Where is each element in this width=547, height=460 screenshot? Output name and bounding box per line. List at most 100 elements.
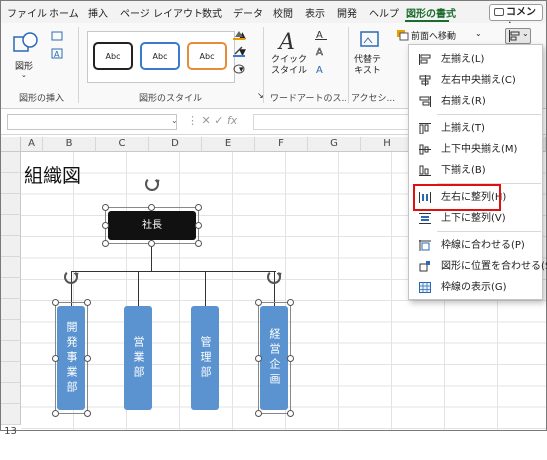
bring-forward-button[interactable]: 前面へ移動 ⌄ <box>397 29 497 43</box>
row-header-2[interactable]: 2 <box>1 173 21 206</box>
resize-handle[interactable] <box>255 410 262 417</box>
resize-handle[interactable] <box>287 299 294 306</box>
resize-handle[interactable] <box>255 299 262 306</box>
resize-handle[interactable] <box>255 355 262 362</box>
resize-handle[interactable] <box>102 240 109 247</box>
president-box[interactable]: 社長 <box>108 211 196 240</box>
shape-fill-icon[interactable] <box>233 29 245 40</box>
connector-line <box>138 271 139 306</box>
resize-handle[interactable] <box>195 204 202 211</box>
menu-item-distribute-vertically[interactable]: 上下に整列(V) <box>409 208 542 229</box>
text-outline-icon[interactable]: A <box>315 46 327 57</box>
shape-style-black[interactable]: Abc <box>93 42 133 70</box>
group-wordart-label: ワードアートのス... <box>270 94 346 104</box>
group-accessibility-label: アクセシ... <box>351 94 396 104</box>
menu-item-label: 枠線の表示(G) <box>441 282 507 293</box>
dept-box-sales[interactable]: 営業部 <box>124 306 152 410</box>
align-button[interactable]: ⌄ <box>505 28 531 44</box>
text-fill-icon[interactable]: A <box>315 29 327 40</box>
menu-item-label: 上下中央揃え(M) <box>441 144 518 155</box>
edit-shape-icon[interactable] <box>51 31 63 42</box>
tab-data[interactable]: データ <box>233 5 263 20</box>
svg-text:A: A <box>54 50 60 59</box>
resize-handle[interactable] <box>287 355 294 362</box>
row-header-7[interactable]: 7 <box>1 278 21 311</box>
menu-item-align-center[interactable]: 左右中央揃え(C) <box>409 70 542 91</box>
row-header-9[interactable]: 9 <box>1 320 21 353</box>
tab-view[interactable]: 表示 <box>305 5 325 20</box>
column-header-c[interactable]: C <box>96 137 149 152</box>
shape-style-blue[interactable]: Abc <box>140 42 180 70</box>
column-header-d[interactable]: D <box>149 137 202 152</box>
resize-handle[interactable] <box>84 410 91 417</box>
tab-home[interactable]: ホーム <box>49 5 79 20</box>
tab-formulas[interactable]: 数式 <box>202 5 222 20</box>
resize-handle[interactable] <box>102 222 109 229</box>
column-header-h[interactable]: H <box>361 137 414 152</box>
column-header-b[interactable]: B <box>43 137 96 152</box>
row-header-3[interactable]: 3 <box>1 194 21 227</box>
column-header-f[interactable]: F <box>255 137 308 152</box>
menu-item-snap-to-grid[interactable]: 枠線に合わせる(P) <box>409 235 542 256</box>
select-all-corner[interactable] <box>1 137 21 152</box>
row-header-13[interactable]: 13 <box>1 404 21 437</box>
shape-outline-icon[interactable] <box>233 46 245 57</box>
dept-box-development[interactable]: 開発事業部 <box>57 306 85 410</box>
row-header-10[interactable]: 10 <box>1 341 21 374</box>
column-header-a[interactable]: A <box>21 137 43 152</box>
row-header-8[interactable]: 8 <box>1 299 21 332</box>
tab-file[interactable]: ファイル <box>7 5 47 20</box>
shape-effects-icon[interactable] <box>233 63 245 74</box>
menu-item-align-top[interactable]: 上揃え(T) <box>409 118 542 139</box>
resize-handle[interactable] <box>84 355 91 362</box>
tab-shape-format[interactable]: 図形の書式 <box>406 5 456 20</box>
menu-item-view-gridlines[interactable]: 枠線の表示(G) <box>409 277 542 298</box>
chevron-down-icon[interactable]: ⌄ <box>171 116 178 125</box>
row-header-4[interactable]: 4 <box>1 215 21 248</box>
distribute-vertical-icon <box>419 213 431 224</box>
column-header-e[interactable]: E <box>202 137 255 152</box>
text-effects-icon[interactable]: A <box>315 63 327 74</box>
tab-insert[interactable]: 挿入 <box>88 5 108 20</box>
tab-help[interactable]: ヘルプ <box>369 5 399 20</box>
row-header-12[interactable]: 12 <box>1 383 21 416</box>
row-header-11[interactable]: 11 <box>1 362 21 395</box>
resize-handle[interactable] <box>287 410 294 417</box>
resize-handle[interactable] <box>84 299 91 306</box>
resize-handle[interactable] <box>52 410 59 417</box>
row-header-5[interactable]: 5 <box>1 236 21 269</box>
tab-review[interactable]: 校閲 <box>273 5 293 20</box>
menu-item-align-middle[interactable]: 上下中央揃え(M) <box>409 139 542 160</box>
menu-item-align-bottom[interactable]: 下揃え(B) <box>409 160 542 181</box>
resize-handle[interactable] <box>148 240 155 247</box>
dept-box-admin[interactable]: 管理部 <box>191 306 219 410</box>
tab-page-layout[interactable]: ページ レイアウト <box>120 5 203 20</box>
row-header-6[interactable]: 6 <box>1 257 21 290</box>
resize-handle[interactable] <box>52 355 59 362</box>
menu-item-align-right[interactable]: 右揃え(R) <box>409 91 542 112</box>
resize-handle[interactable] <box>195 222 202 229</box>
tab-developer[interactable]: 開発 <box>337 5 357 20</box>
insert-shape-button[interactable]: 図形 ⌄ <box>9 29 43 81</box>
resize-handle[interactable] <box>52 299 59 306</box>
column-header-g[interactable]: G <box>308 137 361 152</box>
org-chart-title[interactable]: 組織図 <box>24 161 81 188</box>
quick-styles-button[interactable]: A クイック スタイル <box>269 29 309 85</box>
rotate-handle-icon[interactable] <box>145 177 159 191</box>
menu-item-align-left[interactable]: 左揃え(L) <box>409 49 542 70</box>
text-box-icon[interactable]: A <box>51 48 63 59</box>
resize-handle[interactable] <box>195 240 202 247</box>
alt-text-button[interactable]: 代替テ キスト <box>353 29 391 85</box>
name-box[interactable] <box>7 114 177 130</box>
resize-handle[interactable] <box>148 204 155 211</box>
dept-box-planning[interactable]: 経営企画 <box>260 306 288 410</box>
comment-button[interactable]: コメント <box>489 4 543 33</box>
resize-handle[interactable] <box>102 204 109 211</box>
svg-text:A: A <box>316 47 323 57</box>
bring-forward-label: 前面へ移動 <box>411 32 457 42</box>
row-header-1[interactable]: 1 <box>1 152 21 185</box>
rotate-handle-icon[interactable] <box>267 270 281 284</box>
menu-item-snap-to-shape[interactable]: 図形に位置を合わせる(S) <box>409 256 547 277</box>
shape-style-orange[interactable]: Abc <box>187 42 227 70</box>
rotate-handle-icon[interactable] <box>64 270 78 284</box>
